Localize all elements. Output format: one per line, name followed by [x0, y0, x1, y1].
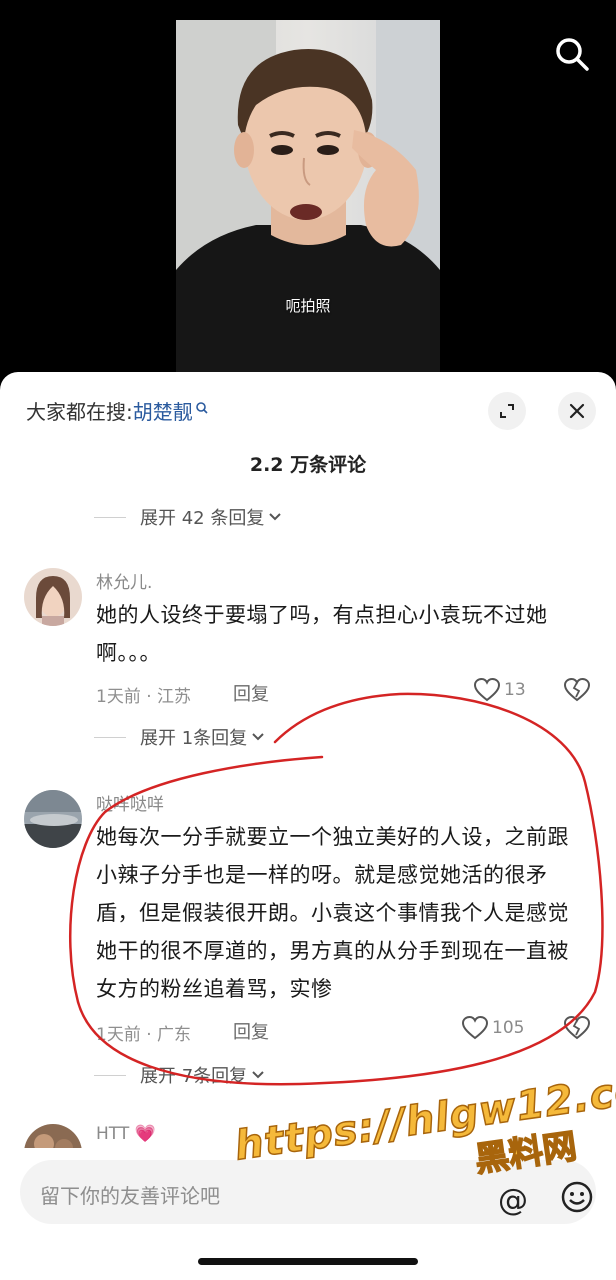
chevron-down-icon [252, 733, 264, 741]
close-icon [569, 403, 585, 419]
broken-heart-icon [563, 677, 591, 702]
expand-replies-label: 展开 42 条回复 [140, 508, 265, 529]
comment-item: 林允儿. 她的人设终于要塌了吗，有点担心小袁玩不过她啊。。。 1天前 · 江苏 … [0, 568, 616, 748]
close-comments-button[interactable] [558, 392, 596, 430]
dislike-button[interactable] [563, 1015, 591, 1044]
comment-time-location: 1天前 · 广东 [96, 1025, 192, 1045]
expand-icon [500, 404, 514, 418]
video-player[interactable]: 呃拍照 [0, 0, 616, 380]
chevron-down-icon [269, 513, 282, 521]
small-search-icon [195, 396, 209, 420]
comment-text: 她的人设终于要塌了吗，有点担心小袁玩不过她啊。。。 [96, 603, 548, 665]
avatar[interactable] [24, 790, 82, 848]
dislike-button[interactable] [563, 677, 591, 706]
like-button[interactable]: 13 [474, 678, 526, 702]
comment-time-location: 1天前 · 江苏 [96, 687, 192, 707]
expand-replies-label: 展开 7条回复 [140, 1066, 248, 1087]
heart-icon [474, 678, 500, 702]
trending-search-keyword[interactable]: 胡楚靓 [133, 400, 193, 424]
video-subtitle: 呃拍照 [285, 297, 331, 315]
video-frame[interactable]: 呃拍照 [176, 20, 440, 372]
trending-search-prefix: 大家都在搜: [26, 400, 133, 424]
comment-text: 她每次一分手就要立一个独立美好的人设，之前跟小辣子分手也是一样的呀。就是感觉她活… [96, 825, 569, 1001]
comment-item: 哒咩哒咩 她每次一分手就要立一个独立美好的人设，之前跟小辣子分手也是一样的呀。就… [0, 790, 616, 1080]
comment-input-placeholder: 留下你的友善评论吧 [40, 1184, 220, 1208]
comment-username[interactable]: 林允儿. [96, 568, 152, 593]
mention-icon[interactable]: @ [498, 1186, 528, 1216]
reply-button[interactable]: 回复 [233, 680, 269, 706]
expand-replies[interactable]: 展开 7条回复 [94, 1062, 265, 1088]
expand-replies[interactable]: 展开 1条回复 [94, 724, 265, 750]
expand-replies-top[interactable]: 展开 42 条回复 [94, 504, 282, 530]
home-indicator [198, 1258, 418, 1265]
search-button[interactable] [552, 34, 592, 74]
avatar[interactable] [24, 568, 82, 626]
broken-heart-icon [563, 1015, 591, 1040]
divider-line [94, 516, 126, 518]
divider-line [94, 736, 126, 738]
fullscreen-comments-button[interactable] [488, 392, 526, 430]
divider-line [94, 1074, 126, 1076]
emoji-button[interactable] [560, 1180, 594, 1218]
search-icon [556, 38, 589, 71]
heart-icon [462, 1016, 488, 1040]
expand-replies-label: 展开 1条回复 [140, 728, 248, 749]
video-person-image [176, 20, 440, 372]
comment-username[interactable]: HTT 💗 [96, 1124, 156, 1144]
comment-count-title: 2.2 万条评论 [249, 454, 367, 476]
emoji-icon [561, 1181, 593, 1213]
comment-username[interactable]: 哒咩哒咩 [96, 790, 164, 815]
chevron-down-icon [252, 1071, 264, 1079]
trending-search[interactable]: 大家都在搜:胡楚靓 [26, 396, 209, 425]
like-count: 13 [504, 680, 526, 700]
reply-button[interactable]: 回复 [233, 1018, 269, 1044]
like-button[interactable]: 105 [462, 1016, 524, 1040]
like-count: 105 [492, 1018, 525, 1038]
